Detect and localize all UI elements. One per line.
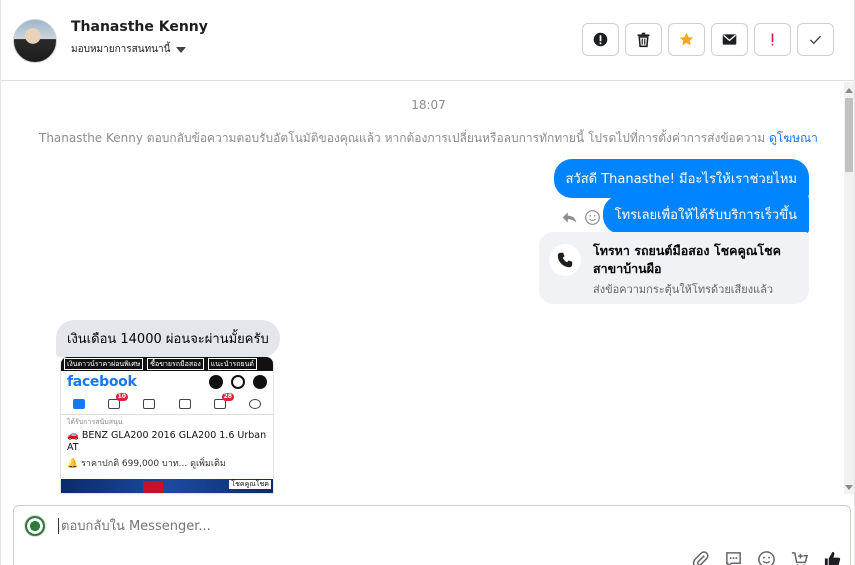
- screenshot-header-icons: [209, 375, 267, 389]
- plus-icon: [209, 375, 223, 389]
- ad-price: 🔔 ราคาปกติ 699,000 บาท... ดูเพิ่มเติม: [67, 459, 226, 469]
- caret-down-icon: [176, 46, 187, 53]
- notice-text: Thanasthe Kenny ตอบกลับข้อความตอบรับอัตโ…: [39, 131, 766, 145]
- reply-icon[interactable]: [561, 209, 578, 226]
- screenshot-tag: เงินดาวน์ราคาผ่อนพิเศษ: [64, 358, 144, 370]
- call-card-title: โทรหา รถยนต์มือสอง โชคคูณโชค สาขาบ้านผือ: [593, 243, 781, 276]
- friends-icon: [143, 398, 156, 409]
- paperclip-icon[interactable]: [691, 550, 710, 565]
- mark-important-button[interactable]: [754, 23, 791, 56]
- ad-title-text: BENZ GLA200 2016 GLA200 1.6 Urban AT: [67, 430, 267, 453]
- reply-composer: [13, 505, 851, 565]
- outgoing-message[interactable]: โทรเลยเพื่อให้ได้รับบริการเร็วขึ้น: [602, 195, 809, 234]
- ad-title: 🚗 BENZ GLA200 2016 GLA200 1.6 Urban AT: [67, 430, 267, 453]
- outgoing-message[interactable]: สวัสดี Thanasthe! มีอะไรให้เราช่วยไหม: [553, 159, 809, 198]
- exclamation-icon: [771, 33, 774, 46]
- notification-badge: 10: [115, 392, 128, 401]
- banner-red-block: [143, 481, 163, 493]
- view-ad-link[interactable]: ดูโฆษณา: [769, 131, 818, 145]
- messenger-icon: [253, 375, 267, 389]
- screenshot-fb-header: facebook: [61, 371, 273, 393]
- scroll-up-arrow-icon[interactable]: [845, 88, 853, 93]
- marketplace-icon: [178, 398, 191, 409]
- phone-icon: [549, 244, 581, 276]
- assign-conversation-dropdown[interactable]: มอบหมายการสนทนานี้: [71, 42, 187, 57]
- alert-circle-icon: [593, 32, 608, 47]
- mark-unread-button[interactable]: [711, 23, 748, 56]
- report-spam-button[interactable]: [582, 23, 619, 56]
- profile-icon: [249, 398, 262, 409]
- check-icon: [809, 35, 822, 45]
- notification-badge: 28: [221, 392, 234, 401]
- message-timestamp: 18:07: [411, 98, 446, 112]
- saved-replies-icon[interactable]: [724, 550, 743, 565]
- screenshot-top-bar: เงินดาวน์ราคาผ่อนพิเศษ ซื้อขายรถมือสอง แ…: [61, 357, 273, 371]
- video-icon: 10: [107, 392, 128, 409]
- envelope-icon: [722, 34, 737, 45]
- emoji-react-icon[interactable]: [584, 209, 601, 226]
- delete-button[interactable]: [625, 23, 662, 56]
- auto-reply-notice: Thanasthe Kenny ตอบกลับข้อความตอบรับอัตโ…: [39, 129, 818, 148]
- screenshot-tag: ซื้อขายรถมือสอง: [147, 358, 204, 370]
- trash-icon: [637, 32, 650, 48]
- home-icon: [72, 398, 85, 409]
- star-button[interactable]: [668, 23, 705, 56]
- ad-price-text: ราคาปกติ 699,000 บาท... ดูเพิ่มเติม: [81, 459, 226, 469]
- contact-avatar[interactable]: [13, 19, 57, 63]
- sponsored-label: ได้รับการสนับสนุน: [67, 418, 123, 426]
- reply-input[interactable]: [58, 518, 658, 534]
- inbox-conversation-view: Thanasthe Kenny มอบหมายการสนทนานี้ 18:07…: [0, 0, 855, 565]
- banner-tag: โชคคูณโชค: [229, 480, 271, 489]
- scroll-down-arrow-icon[interactable]: [845, 485, 853, 490]
- emoji-icon[interactable]: [757, 550, 776, 565]
- composer-tools: [691, 550, 842, 565]
- header-actions: [582, 23, 834, 56]
- conversation-header: Thanasthe Kenny มอบหมายการสนทนานี้: [1, 0, 854, 81]
- call-card-subtitle: ส่งข้อความกระตุ้นให้โทรด้วยเสียงแล้ว: [593, 283, 774, 296]
- add-to-cart-icon[interactable]: [790, 550, 809, 565]
- message-thread[interactable]: 18:07 Thanasthe Kenny ตอบกลับข้อความตอบร…: [1, 82, 846, 494]
- contact-name[interactable]: Thanasthe Kenny: [71, 19, 208, 35]
- mark-done-button[interactable]: [797, 23, 834, 56]
- facebook-logo: facebook: [67, 374, 137, 390]
- message-tools: [561, 209, 601, 226]
- screenshot-tag: แนะนำรถยนต์: [207, 358, 257, 370]
- thumbs-up-icon[interactable]: [823, 550, 842, 565]
- screenshot-banner: โชคคูณโชค: [61, 479, 273, 493]
- assign-label: มอบหมายการสนทนานี้: [71, 44, 171, 55]
- scrollbar-thumb[interactable]: [845, 98, 853, 172]
- page-avatar: [24, 515, 46, 537]
- bell-icon: 28: [213, 392, 234, 409]
- screenshot-fb-nav: 10 28: [61, 392, 273, 415]
- star-icon: [679, 32, 694, 46]
- attached-screenshot[interactable]: เงินดาวน์ราคาผ่อนพิเศษ ซื้อขายรถมือสอง แ…: [60, 356, 274, 494]
- call-request-card[interactable]: โทรหา รถยนต์มือสอง โชคคูณโชค สาขาบ้านผือ…: [539, 232, 809, 304]
- thread-scrollbar[interactable]: [844, 82, 854, 494]
- search-icon: [231, 375, 245, 389]
- incoming-message[interactable]: เงินเดือน 14000 ผ่อนจะผ่านมั้ยครับ: [56, 320, 280, 357]
